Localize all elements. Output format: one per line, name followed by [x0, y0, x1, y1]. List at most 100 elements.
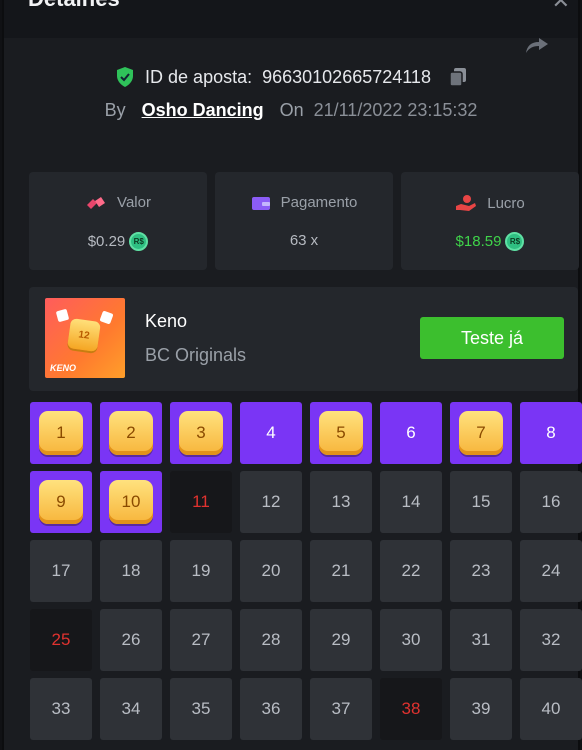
keno-cell-13[interactable]: 13	[310, 471, 372, 533]
bet-amount-icon	[87, 196, 106, 209]
keno-cell-31[interactable]: 31	[450, 609, 512, 671]
wallet-icon	[251, 196, 270, 210]
keno-cell-18[interactable]: 18	[100, 540, 162, 602]
keno-cell-36[interactable]: 36	[240, 678, 302, 740]
amount-label: Valor	[117, 194, 151, 211]
gem-icon: 9	[39, 480, 83, 524]
keno-cell-12[interactable]: 12	[240, 471, 302, 533]
keno-cell-27[interactable]: 27	[170, 609, 232, 671]
bet-id-row: ID de aposta: 96630102665724118	[4, 66, 578, 88]
keno-cell-1[interactable]: 1	[30, 402, 92, 464]
keno-cell-3[interactable]: 3	[170, 402, 232, 464]
profit-value: $18.59	[455, 233, 502, 250]
bet-datetime: 21/11/2022 23:15:32	[313, 100, 478, 120]
keno-cell-number: 31	[471, 630, 491, 649]
keno-cell-35[interactable]: 35	[170, 678, 232, 740]
keno-cell-33[interactable]: 33	[30, 678, 92, 740]
keno-cell-number: 15	[471, 492, 491, 511]
keno-cell-number: 40	[541, 699, 561, 718]
keno-cell-21[interactable]: 21	[310, 540, 372, 602]
keno-cell-6[interactable]: 6	[380, 402, 442, 464]
share-icon[interactable]	[524, 36, 550, 54]
keno-cell-22[interactable]: 22	[380, 540, 442, 602]
keno-cell-38[interactable]: 38	[380, 678, 442, 740]
keno-cell-number: 38	[401, 699, 421, 718]
keno-cell-20[interactable]: 20	[240, 540, 302, 602]
bet-details-panel: Detalhes ✕ ID de aposta: 966301026657241…	[2, 0, 582, 750]
close-icon[interactable]: ✕	[552, 0, 570, 14]
try-now-button[interactable]: Teste já	[420, 317, 564, 359]
amount-card: Valor $0.29 R$	[29, 172, 207, 270]
keno-cell-29[interactable]: 29	[310, 609, 372, 671]
keno-cell-17[interactable]: 17	[30, 540, 92, 602]
keno-cell-11[interactable]: 11	[170, 471, 232, 533]
keno-cell-number: 26	[121, 630, 141, 649]
keno-cell-number: 32	[541, 630, 561, 649]
keno-cell-5[interactable]: 5	[310, 402, 372, 464]
payout-value-row: 63 x	[215, 232, 393, 249]
profit-title: Lucro	[401, 194, 579, 212]
amount-value-row: $0.29 R$	[29, 232, 207, 251]
bet-id-label: ID de aposta:	[145, 66, 253, 87]
keno-cell-10[interactable]: 10	[100, 471, 162, 533]
profit-value-row: $18.59 R$	[401, 232, 579, 251]
profit-hand-icon	[456, 195, 477, 211]
keno-cell-15[interactable]: 15	[450, 471, 512, 533]
keno-cell-number: 28	[261, 630, 281, 649]
gem-icon: 3	[179, 411, 223, 455]
keno-cell-16[interactable]: 16	[520, 471, 582, 533]
game-name[interactable]: Keno	[145, 311, 187, 332]
gem-icon: 10	[109, 480, 153, 524]
bet-id-value: 96630102665724118	[262, 66, 431, 87]
payout-label: Pagamento	[280, 194, 358, 211]
keno-cell-39[interactable]: 39	[450, 678, 512, 740]
keno-cell-30[interactable]: 30	[380, 609, 442, 671]
keno-cell-7[interactable]: 7	[450, 402, 512, 464]
keno-cell-40[interactable]: 40	[520, 678, 582, 740]
payout-title: Pagamento	[215, 194, 393, 211]
keno-cell-34[interactable]: 34	[100, 678, 162, 740]
profit-card: Lucro $18.59 R$	[401, 172, 579, 270]
keno-cell-number: 22	[401, 561, 421, 580]
keno-cell-number: 39	[471, 699, 491, 718]
keno-cell-23[interactable]: 23	[450, 540, 512, 602]
copy-icon[interactable]	[449, 67, 467, 87]
keno-cell-28[interactable]: 28	[240, 609, 302, 671]
keno-cell-number: 13	[331, 492, 351, 511]
panel-header: Detalhes ✕	[4, 0, 578, 38]
keno-cell-4[interactable]: 4	[240, 402, 302, 464]
on-label: On	[279, 100, 304, 120]
amount-title: Valor	[29, 194, 207, 211]
keno-cell-37[interactable]: 37	[310, 678, 372, 740]
keno-cell-number: 16	[541, 492, 561, 511]
gem-icon: 7	[459, 411, 503, 455]
keno-cell-number: 29	[331, 630, 351, 649]
payout-value: 63 x	[289, 232, 319, 249]
keno-cell-14[interactable]: 14	[380, 471, 442, 533]
game-provider: BC Originals	[145, 345, 247, 365]
keno-cell-26[interactable]: 26	[100, 609, 162, 671]
keno-cell-2[interactable]: 2	[100, 402, 162, 464]
keno-cell-8[interactable]: 8	[520, 402, 582, 464]
keno-cell-number: 14	[401, 492, 421, 511]
keno-cell-number: 19	[191, 561, 211, 580]
username-link[interactable]: Osho Dancing	[142, 100, 264, 121]
keno-cell-25[interactable]: 25	[30, 609, 92, 671]
keno-thumb-text: KENO	[50, 363, 77, 373]
amount-value: $0.29	[87, 233, 126, 250]
keno-cell-19[interactable]: 19	[170, 540, 232, 602]
keno-cell-24[interactable]: 24	[520, 540, 582, 602]
keno-cell-number: 17	[51, 561, 71, 580]
die-icon	[55, 308, 70, 323]
keno-cell-32[interactable]: 32	[520, 609, 582, 671]
keno-cell-number: 12	[261, 492, 281, 511]
keno-cell-number: 37	[331, 699, 351, 718]
keno-cell-9[interactable]: 9	[30, 471, 92, 533]
keno-thumbnail[interactable]: 12 KENO	[45, 298, 125, 378]
shield-check-icon	[117, 67, 134, 87]
keno-cell-number: 24	[541, 561, 561, 580]
game-card: 12 KENO Keno BC Originals Teste já	[29, 287, 578, 391]
keno-cell-number: 4	[266, 423, 276, 442]
keno-cell-number: 18	[121, 561, 141, 580]
keno-grid: 1 2 3 4 5 6 7 8 9 10 11 12 13 14 15 16 17 18 19 20 21 22 23 24 2…	[30, 402, 582, 740]
